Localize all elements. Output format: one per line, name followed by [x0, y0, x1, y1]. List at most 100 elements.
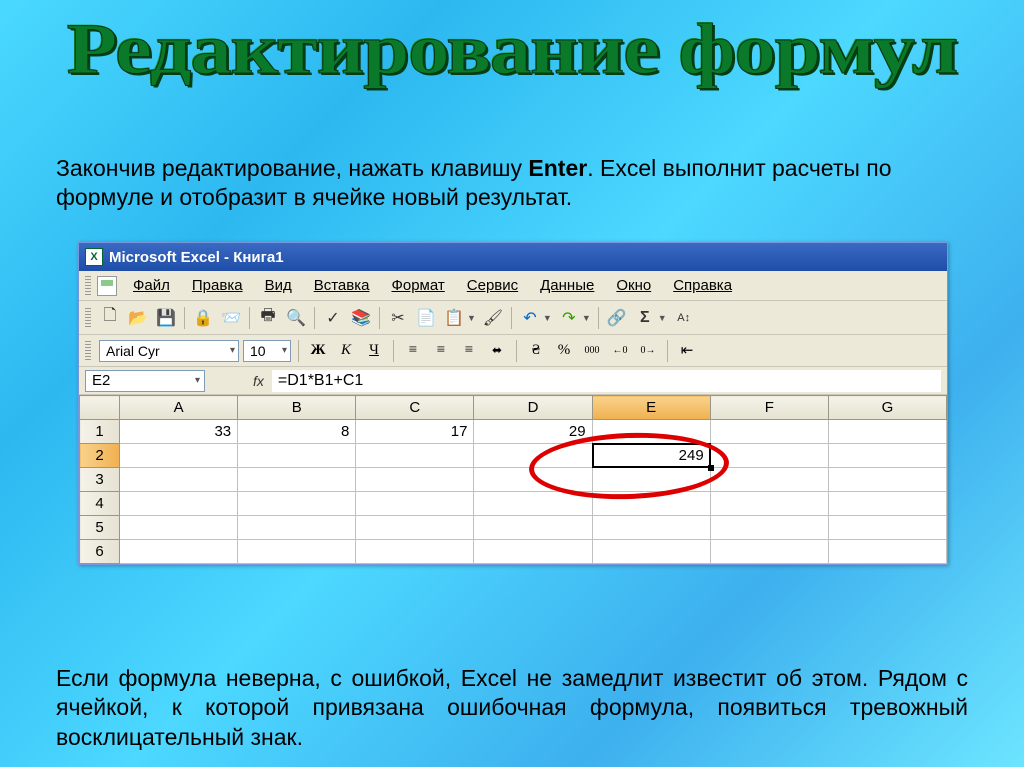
cell[interactable]: [474, 540, 592, 564]
cell[interactable]: [238, 444, 356, 468]
cell[interactable]: [710, 516, 828, 540]
sort-icon[interactable]: A↕: [671, 305, 697, 331]
menu-window[interactable]: Окно: [606, 274, 661, 297]
undo-icon[interactable]: ↶: [517, 305, 543, 331]
currency-icon[interactable]: ₴: [524, 339, 548, 363]
menu-view[interactable]: Вид: [255, 274, 302, 297]
cell[interactable]: [120, 492, 238, 516]
cell[interactable]: [474, 468, 592, 492]
menu-file[interactable]: Файл: [123, 274, 180, 297]
cell[interactable]: [474, 444, 592, 468]
row-header-2[interactable]: 2: [80, 444, 120, 468]
autosum-icon[interactable]: Σ: [632, 305, 658, 331]
cell[interactable]: [356, 444, 474, 468]
select-all-corner[interactable]: [80, 396, 120, 420]
mail-icon[interactable]: 📨: [218, 305, 244, 331]
cell[interactable]: [710, 444, 828, 468]
cell[interactable]: 17: [356, 420, 474, 444]
hyperlink-icon[interactable]: 🔗: [604, 305, 630, 331]
toolbar-grip-icon[interactable]: [85, 341, 91, 361]
fx-icon[interactable]: fx: [253, 373, 264, 389]
align-right-icon[interactable]: ≡: [457, 339, 481, 363]
cell[interactable]: [356, 468, 474, 492]
cell[interactable]: [828, 540, 946, 564]
toolbar-grip-icon[interactable]: [85, 308, 91, 328]
cell[interactable]: [356, 540, 474, 564]
open-icon[interactable]: 📂: [125, 305, 151, 331]
row-header-3[interactable]: 3: [80, 468, 120, 492]
percent-icon[interactable]: %: [552, 339, 576, 363]
cell[interactable]: [710, 468, 828, 492]
redo-icon[interactable]: ↷: [556, 305, 582, 331]
decrease-indent-icon[interactable]: ⇤: [675, 339, 699, 363]
font-name-combo[interactable]: Arial Cyr: [99, 340, 239, 362]
cell[interactable]: [592, 420, 710, 444]
cell[interactable]: [828, 444, 946, 468]
cell[interactable]: 8: [238, 420, 356, 444]
worksheet-icon[interactable]: [97, 276, 117, 296]
permission-icon[interactable]: 🔒: [190, 305, 216, 331]
menu-insert[interactable]: Вставка: [304, 274, 380, 297]
cell[interactable]: [238, 468, 356, 492]
cell[interactable]: [592, 492, 710, 516]
cell[interactable]: [474, 516, 592, 540]
menu-edit[interactable]: Правка: [182, 274, 253, 297]
cut-icon[interactable]: ✂: [385, 305, 411, 331]
col-header-d[interactable]: D: [474, 396, 592, 420]
chevron-down-icon[interactable]: ▼: [658, 313, 667, 323]
cell[interactable]: [356, 492, 474, 516]
cell[interactable]: [828, 420, 946, 444]
col-header-e[interactable]: E: [592, 396, 710, 420]
paste-icon[interactable]: 📋: [441, 305, 467, 331]
chevron-down-icon[interactable]: ▼: [467, 313, 476, 323]
font-size-combo[interactable]: 10: [243, 340, 291, 362]
cell[interactable]: [592, 540, 710, 564]
menu-help[interactable]: Справка: [663, 274, 742, 297]
cell[interactable]: [592, 516, 710, 540]
copy-icon[interactable]: 📄: [413, 305, 439, 331]
preview-icon[interactable]: 🔍: [283, 305, 309, 331]
italic-button[interactable]: К: [334, 339, 358, 363]
col-header-b[interactable]: B: [238, 396, 356, 420]
cell[interactable]: [120, 444, 238, 468]
active-cell-e2[interactable]: 249: [592, 444, 710, 468]
cell[interactable]: [238, 492, 356, 516]
cell[interactable]: [828, 492, 946, 516]
research-icon[interactable]: 📚: [348, 305, 374, 331]
toolbar-grip-icon[interactable]: [85, 276, 91, 296]
col-header-a[interactable]: A: [120, 396, 238, 420]
format-painter-icon[interactable]: 🖌: [480, 305, 506, 331]
chevron-down-icon[interactable]: ▼: [582, 313, 591, 323]
increase-decimal-icon[interactable]: 0→: [636, 339, 660, 363]
cell[interactable]: [828, 516, 946, 540]
row-header-5[interactable]: 5: [80, 516, 120, 540]
align-left-icon[interactable]: ≡: [401, 339, 425, 363]
menu-format[interactable]: Формат: [381, 274, 454, 297]
formula-input[interactable]: =D1*B1+C1: [272, 370, 941, 392]
merge-center-icon[interactable]: ⬌: [485, 339, 509, 363]
col-header-c[interactable]: C: [356, 396, 474, 420]
cell[interactable]: [120, 468, 238, 492]
fill-handle[interactable]: [708, 465, 714, 471]
cell[interactable]: 33: [120, 420, 238, 444]
menu-bar[interactable]: Файл Правка Вид Вставка Формат Сервис Да…: [79, 271, 947, 301]
menu-data[interactable]: Данные: [530, 274, 604, 297]
bold-button[interactable]: Ж: [306, 339, 330, 363]
print-icon[interactable]: 🖶: [255, 305, 281, 331]
col-header-f[interactable]: F: [710, 396, 828, 420]
cell[interactable]: [238, 516, 356, 540]
chevron-down-icon[interactable]: ▼: [543, 313, 552, 323]
cell[interactable]: 29: [474, 420, 592, 444]
cell[interactable]: [238, 540, 356, 564]
row-header-6[interactable]: 6: [80, 540, 120, 564]
spreadsheet-grid[interactable]: A B C D E F G 1 33 8 17 29 2: [79, 395, 947, 564]
name-box[interactable]: E2: [85, 370, 205, 392]
cell[interactable]: [474, 492, 592, 516]
cell[interactable]: [120, 516, 238, 540]
cell[interactable]: [120, 540, 238, 564]
underline-button[interactable]: Ч: [362, 339, 386, 363]
cell[interactable]: [710, 420, 828, 444]
spell-check-icon[interactable]: ✓: [320, 305, 346, 331]
menu-tools[interactable]: Сервис: [457, 274, 528, 297]
row-header-4[interactable]: 4: [80, 492, 120, 516]
